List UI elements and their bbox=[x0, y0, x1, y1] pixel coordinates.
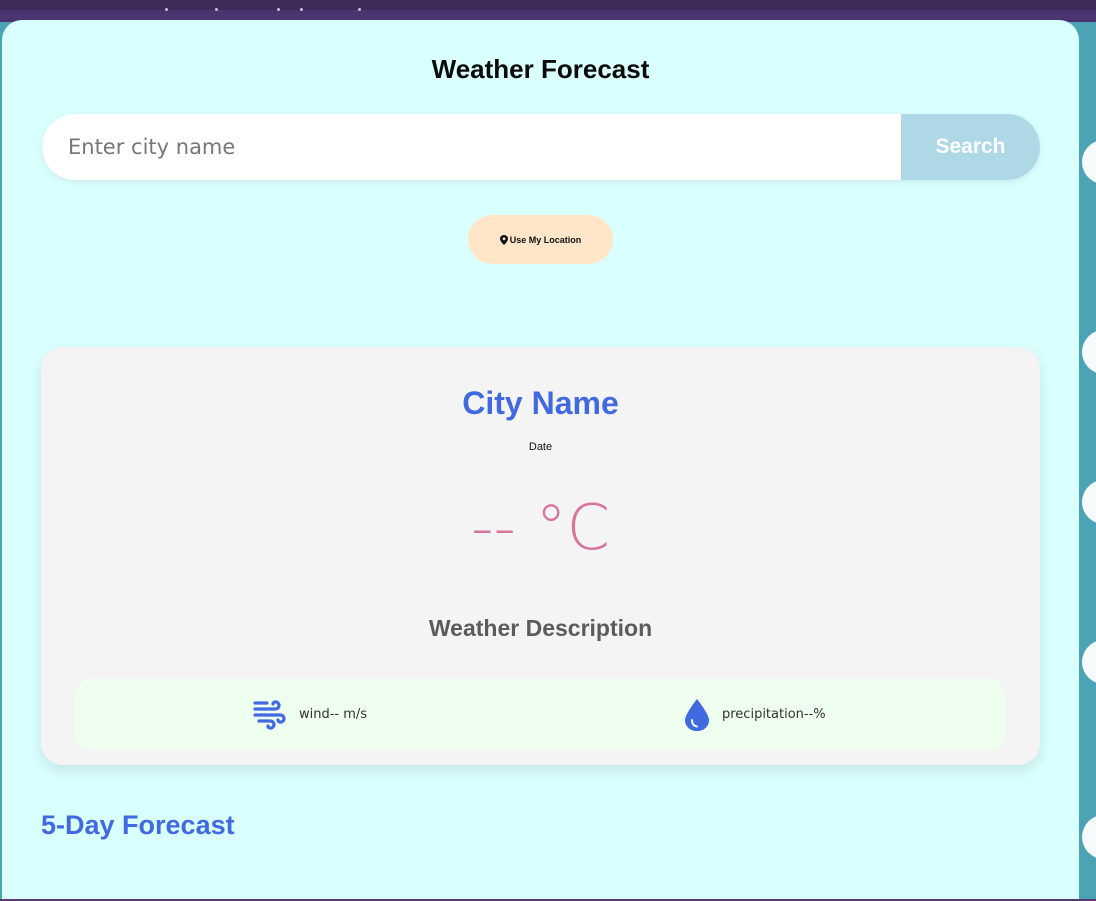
sparkle-decoration bbox=[215, 8, 218, 11]
wind-detail: wind-- m/s bbox=[253, 679, 367, 750]
page-title: Weather Forecast bbox=[431, 54, 650, 84]
wind-label: wind-- m/s bbox=[299, 707, 368, 722]
sparkle-decoration bbox=[277, 8, 280, 11]
current-weather-card: City Name Date -- °C Weather Description bbox=[41, 347, 1040, 765]
search-bar: Search bbox=[42, 114, 1040, 180]
sparkle-decoration bbox=[358, 8, 361, 11]
precipitation-detail: precipitation--% bbox=[684, 679, 826, 750]
precipitation-label: precipitation--% bbox=[722, 707, 826, 722]
use-my-location-label: Use My Location bbox=[509, 234, 582, 245]
sparkle-decoration bbox=[165, 8, 168, 11]
wind-icon bbox=[253, 699, 287, 730]
weather-app: Weather Forecast Search Use My Location … bbox=[2, 20, 1079, 899]
forecast-heading: 5-Day Forecast bbox=[41, 810, 235, 840]
city-name: City Name bbox=[462, 385, 619, 421]
weather-details: wind-- m/s precipitation--% bbox=[75, 679, 1005, 750]
top-banner bbox=[0, 0, 1096, 22]
sparkle-decoration bbox=[300, 8, 303, 11]
city-search-input[interactable] bbox=[42, 114, 900, 180]
temperature: -- °C bbox=[471, 491, 610, 564]
search-button[interactable]: Search bbox=[901, 114, 1040, 180]
date-label: Date bbox=[528, 441, 553, 453]
use-my-location-button[interactable]: Use My Location bbox=[468, 215, 613, 264]
map-pin-icon bbox=[499, 234, 508, 245]
droplet-icon bbox=[684, 698, 710, 732]
weather-description: Weather Description bbox=[428, 615, 653, 641]
